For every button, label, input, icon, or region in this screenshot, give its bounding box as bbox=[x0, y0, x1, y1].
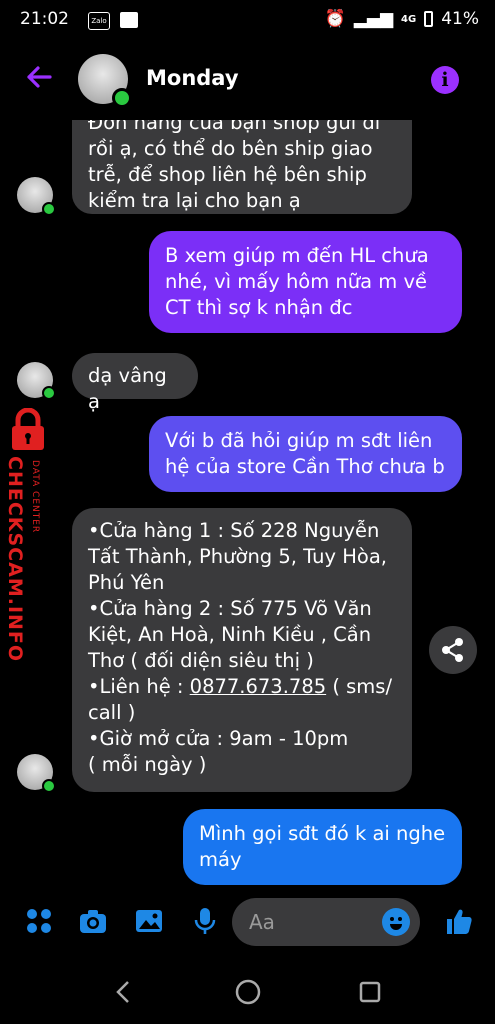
emoji-icon[interactable] bbox=[382, 908, 410, 936]
message-bubble-incoming[interactable]: Đơn hàng của bạn shop gửi đi rồi ạ, có t… bbox=[72, 120, 412, 214]
zalo-notification-icon: Zalo bbox=[88, 12, 110, 30]
share-icon bbox=[442, 638, 463, 662]
watermark-brand: CHECKSCAM.INFO bbox=[4, 456, 26, 663]
nav-back-icon[interactable] bbox=[112, 980, 136, 1004]
online-indicator bbox=[112, 88, 132, 108]
microphone-icon[interactable] bbox=[190, 906, 220, 936]
message-bubble-incoming[interactable]: dạ vâng ạ bbox=[72, 353, 198, 413]
network-type: 4G bbox=[401, 13, 417, 25]
watermark: CHECKSCAM.INFO DATA CENTER bbox=[0, 408, 60, 662]
system-navbar bbox=[0, 960, 495, 1024]
message-bubble-outgoing[interactable]: B xem giúp m đến HL chưa nhé, vì mấy hôm… bbox=[149, 231, 462, 333]
watermark-sub: DATA CENTER bbox=[30, 460, 40, 534]
online-indicator bbox=[42, 779, 56, 793]
battery-icon bbox=[424, 11, 434, 27]
apps-grid-icon[interactable] bbox=[24, 906, 54, 936]
online-indicator bbox=[42, 386, 56, 400]
info-icon[interactable]: i bbox=[431, 66, 459, 94]
alarm-icon: ⏰ bbox=[324, 9, 346, 29]
signal-icon: ▂▄▆ bbox=[353, 9, 394, 29]
message-bubble-outgoing[interactable]: Với b đã hỏi giúp m sđt liên hệ của stor… bbox=[149, 416, 462, 492]
chat-header: Monday i bbox=[0, 44, 495, 120]
composer-bar: Aa bbox=[0, 892, 495, 954]
message-placeholder: Aa bbox=[249, 910, 275, 934]
battery-percent: 41% bbox=[441, 9, 479, 29]
status-bar: 21:02 Zalo ⏰ ▂▄▆ 4G 41% bbox=[0, 0, 495, 42]
nav-home-icon[interactable] bbox=[234, 978, 262, 1006]
lock-logo-icon bbox=[12, 408, 44, 450]
gallery-notification-icon bbox=[120, 12, 138, 28]
phone-link[interactable]: 0877.673.785 bbox=[190, 675, 326, 698]
online-indicator bbox=[42, 202, 56, 216]
back-arrow-icon[interactable] bbox=[24, 62, 54, 92]
contact-name[interactable]: Monday bbox=[146, 66, 239, 90]
clock: 21:02 bbox=[20, 9, 69, 29]
message-list[interactable]: Đơn hàng của bạn shop gửi đi rồi ạ, có t… bbox=[0, 120, 495, 890]
message-bubble-incoming[interactable]: •Cửa hàng 1 : Số 228 Nguyễn Tất Thành, P… bbox=[72, 508, 412, 792]
message-input[interactable]: Aa bbox=[232, 898, 420, 946]
nav-recents-icon[interactable] bbox=[358, 980, 382, 1004]
like-thumb-icon[interactable] bbox=[444, 906, 474, 936]
share-button[interactable] bbox=[429, 626, 477, 674]
camera-icon[interactable] bbox=[78, 906, 108, 936]
gallery-icon[interactable] bbox=[134, 906, 164, 936]
message-bubble-outgoing[interactable]: Mình gọi sđt đó k ai nghe máy bbox=[183, 809, 462, 885]
